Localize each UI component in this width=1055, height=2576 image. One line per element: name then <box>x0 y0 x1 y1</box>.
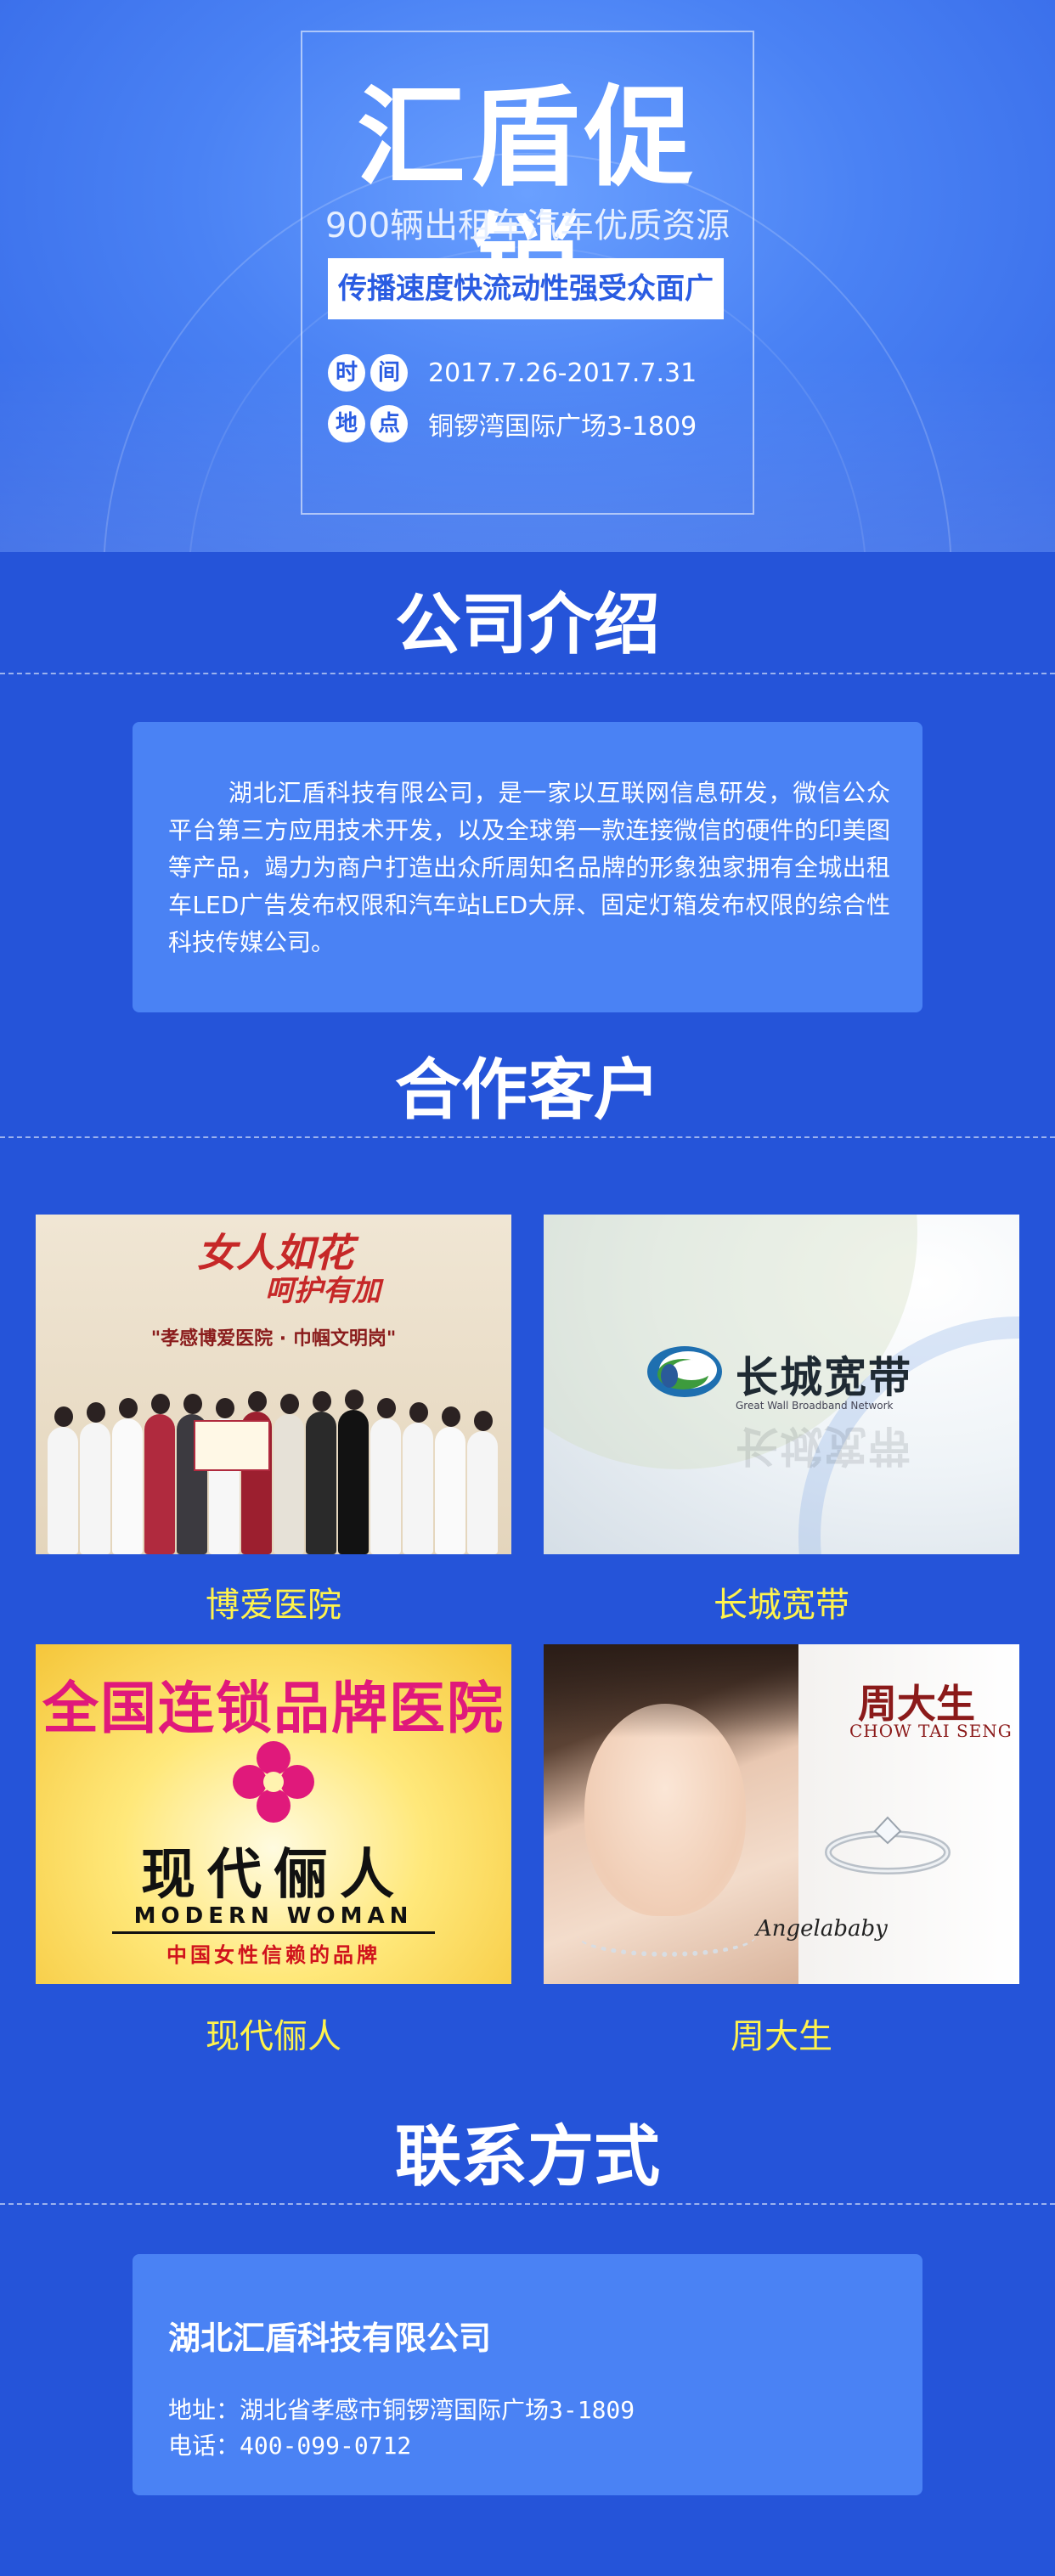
event-time-value: 2017.7.26-2017.7.31 <box>428 358 697 388</box>
person <box>306 1391 336 1554</box>
person <box>274 1394 304 1554</box>
hair-shape <box>544 1644 798 1738</box>
necklace <box>578 1914 756 1957</box>
place-chip: 地 <box>328 405 365 442</box>
hero-subtitle: 900辆出租车汽车优质资源 <box>324 206 731 245</box>
signature: Angelababy <box>756 1916 888 1942</box>
section-title-intro: 公司介绍 <box>394 587 660 663</box>
partner-image-greatwall[interactable]: 长城宽带 Great Wall Broadband Network 长城宽带 <box>544 1215 1019 1554</box>
partner-name-boai[interactable]: 博爱医院 <box>36 1581 511 1629</box>
partner-name-modernwoman[interactable]: 现代俪人 <box>36 2013 511 2060</box>
hero-tagline: 传播速度快流动性强受众面广 <box>328 258 724 319</box>
award-plaque <box>194 1420 270 1471</box>
person <box>80 1402 110 1554</box>
person <box>467 1411 498 1554</box>
person <box>403 1402 433 1554</box>
modernwoman-english-name: MODERN WOMAN <box>133 1903 414 1929</box>
modernwoman-slogan: 中国女性信赖的品牌 <box>166 1943 381 1967</box>
partner-name-chowtaiseng[interactable]: 周大生 <box>544 2013 1019 2060</box>
intro-text: 湖北汇盾科技有限公司，是一家以互联网信息研发，微信公众平台第三方应用技术开发，以… <box>168 775 890 961</box>
person <box>370 1398 401 1554</box>
time-chip: 间 <box>370 354 408 392</box>
person <box>338 1389 369 1554</box>
staff-group-photo <box>44 1376 503 1554</box>
partner-image-boai[interactable]: 女人如花 呵护有加 "孝感博爱医院 · 巾帼文明岗" <box>36 1215 511 1554</box>
event-time-row: 时 间 2017.7.26-2017.7.31 <box>328 352 697 394</box>
greatwall-logo-english: Great Wall Broadband Network <box>736 1400 894 1412</box>
partner-image-modernwoman[interactable]: 全国连锁品牌医院 现代俪人 MODERN WOMAN 中国女性信赖的品牌 <box>36 1644 511 1984</box>
event-place-row: 地 点 铜锣湾国际广场3-1809 <box>328 403 697 445</box>
time-chip: 时 <box>328 354 365 392</box>
greatwall-logo-icon <box>647 1346 722 1397</box>
greatwall-logo-reflection: 长城宽带 <box>736 1421 912 1470</box>
intro-text-body: 湖北汇盾科技有限公司，是一家以互联网信息研发，微信公众平台第三方应用技术开发，以… <box>168 779 890 956</box>
event-place-value: 铜锣湾国际广场3-1809 <box>428 412 697 442</box>
section-divider <box>0 2203 1055 2205</box>
place-chip: 点 <box>370 405 408 442</box>
person <box>48 1406 78 1554</box>
flower-logo-icon <box>233 1741 314 1823</box>
modernwoman-arc-text: 全国连锁品牌医院 <box>42 1676 505 1741</box>
diamond-ring-icon <box>825 1816 951 1874</box>
person <box>144 1394 175 1554</box>
boai-headline-2: 呵护有加 <box>265 1274 381 1308</box>
divider-line <box>112 1931 435 1934</box>
contact-address[interactable]: 地址：湖北省孝感市铜锣湾国际广场3-1809 <box>168 2392 635 2426</box>
person <box>435 1406 465 1554</box>
person <box>112 1398 143 1554</box>
greatwall-logo-text: 长城宽带 <box>736 1353 912 1402</box>
partner-image-chowtaiseng[interactable]: 周大生 CHOW TAI SENG Angelababy <box>544 1644 1019 1984</box>
section-divider <box>0 673 1055 674</box>
contact-phone[interactable]: 电话：400-099-0712 <box>168 2427 411 2461</box>
chowtaiseng-brand-english: CHOW TAI SENG <box>849 1721 1013 1741</box>
section-title-contact: 联系方式 <box>394 2119 660 2196</box>
hero-banner: 汇盾促销 900辆出租车汽车优质资源 传播速度快流动性强受众面广 时 间 201… <box>0 0 1055 552</box>
boai-subtitle: "孝感博爱医院 · 巾帼文明岗" <box>150 1328 397 1350</box>
partner-name-greatwall[interactable]: 长城宽带 <box>544 1581 1019 1629</box>
modernwoman-chinese-name: 现代俪人 <box>141 1843 406 1907</box>
contact-company-name: 湖北汇盾科技有限公司 <box>168 2320 492 2357</box>
section-title-partners: 合作客户 <box>394 1052 660 1129</box>
section-divider <box>0 1136 1055 1138</box>
